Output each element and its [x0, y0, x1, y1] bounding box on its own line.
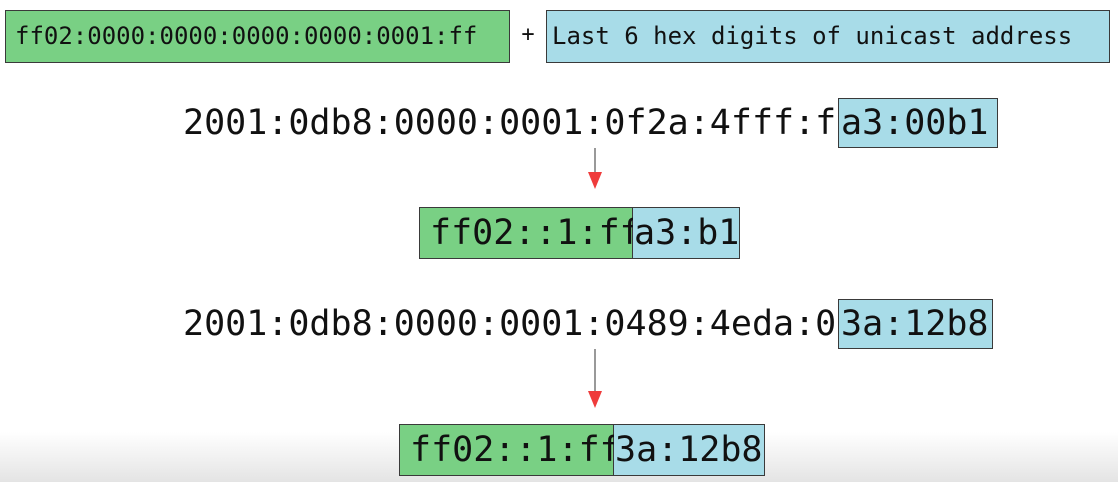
multicast-address-1-prefix: ff02::1:ff	[419, 207, 641, 259]
legend-suffix-text: Last 6 hex digits of unicast address	[552, 22, 1073, 50]
arrow-head	[588, 391, 602, 408]
unicast-address-1: 2001:0db8:0000:0001:0f2a:4fff:fe a3:00b1	[183, 98, 998, 148]
unicast-address-1-last6: a3:00b1	[838, 98, 998, 148]
multicast-address-1-suffix: a3:b1	[633, 207, 740, 259]
multicast-address-2: ff02::1:ff 3a:12b8	[399, 424, 765, 476]
multicast-address-2-prefix: ff02::1:ff	[399, 424, 621, 476]
down-arrow-icon	[588, 148, 602, 190]
arrow-shaft	[594, 349, 596, 393]
unicast-address-2: 2001:0db8:0000:0001:0489:4eda:07 3a:12b8	[183, 299, 993, 349]
multicast-address-1: ff02::1:ff a3:b1	[419, 207, 740, 259]
arrow-head	[588, 172, 602, 189]
legend-prefix-text: ff02:0000:0000:0000:0000:0001:ff	[15, 22, 478, 50]
legend-plus-sign: +	[521, 22, 535, 47]
arrow-shaft	[594, 148, 596, 174]
unicast-address-2-prefix: 2001:0db8:0000:0001:0489:4eda:07	[183, 304, 858, 344]
unicast-address-1-prefix: 2001:0db8:0000:0001:0f2a:4fff:fe	[183, 103, 858, 143]
down-arrow-icon	[588, 349, 602, 409]
legend-prefix-box: ff02:0000:0000:0000:0000:0001:ff	[5, 10, 510, 63]
legend-suffix-box: Last 6 hex digits of unicast address	[546, 10, 1110, 63]
multicast-address-2-suffix: 3a:12b8	[614, 424, 765, 476]
unicast-address-2-last6: 3a:12b8	[838, 299, 993, 349]
